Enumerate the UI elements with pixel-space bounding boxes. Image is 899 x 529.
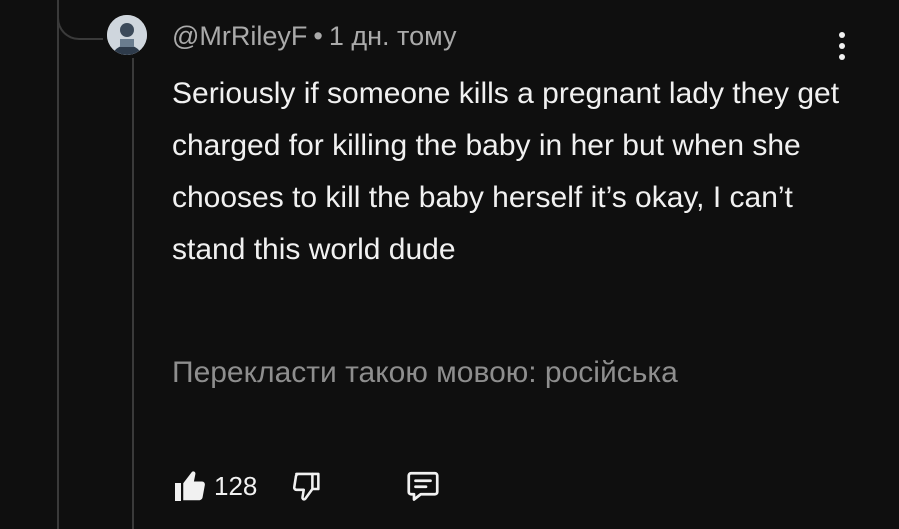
comment-actions: 128 <box>168 462 445 510</box>
thumbs-up-filled-icon <box>175 471 205 501</box>
comment-timestamp[interactable]: 1 дн. тому <box>329 21 457 51</box>
comment-text: Seriously if someone kills a pregnant la… <box>172 77 840 266</box>
thumbs-down-outline-icon <box>293 472 320 501</box>
kebab-dot <box>839 54 845 60</box>
kebab-dot <box>839 43 845 49</box>
reply-button[interactable] <box>401 464 445 508</box>
thread-line-outer <box>57 0 59 529</box>
comment-header: @MrRileyF • 1 дн. тому <box>172 18 457 54</box>
dislike-button[interactable] <box>285 464 329 508</box>
translate-link[interactable]: Перекласти такою мовою: російська <box>172 351 678 395</box>
comment-reply-icon <box>407 471 439 501</box>
author-name[interactable]: @MrRileyF <box>172 21 307 51</box>
thread-line-inner <box>132 58 134 529</box>
like-button[interactable] <box>168 464 212 508</box>
like-count: 128 <box>214 470 258 501</box>
header-separator: • <box>313 21 323 51</box>
more-vert-icon[interactable] <box>830 28 854 64</box>
avatar[interactable] <box>107 15 147 55</box>
thread-line-connector <box>57 0 103 40</box>
kebab-dot <box>839 32 845 38</box>
avatar-image <box>107 15 147 55</box>
